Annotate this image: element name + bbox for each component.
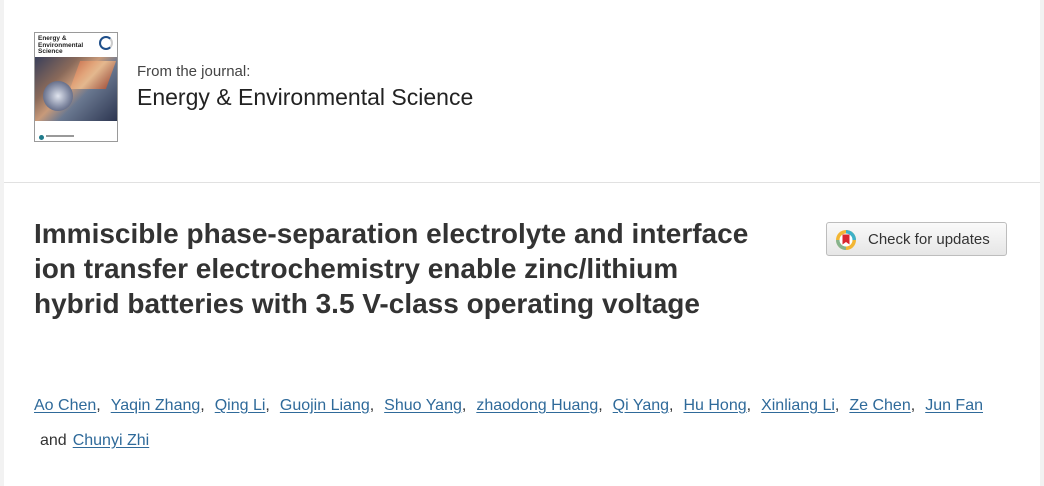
author-link[interactable]: Hu Hong: [683, 397, 746, 414]
author-link[interactable]: Jun Fan: [925, 397, 983, 414]
author-link[interactable]: Qi Yang: [613, 397, 669, 414]
article-title: Immiscible phase-separation electrolyte …: [34, 218, 749, 319]
check-for-updates-button[interactable]: Check for updates: [826, 222, 1007, 256]
author-separator: ,: [598, 397, 603, 414]
crossmark-icon: [836, 230, 856, 250]
check-for-updates-label: Check for updates: [868, 231, 990, 248]
from-journal-label: From the journal:: [137, 63, 251, 80]
author-link[interactable]: Chunyi Zhi: [73, 432, 149, 449]
author-link[interactable]: Qing Li: [215, 397, 266, 414]
author-link[interactable]: zhaodong Huang: [476, 397, 598, 414]
author-separator: ,: [834, 397, 840, 414]
author-and-text: and: [40, 432, 67, 449]
author-separator: ,: [669, 397, 674, 414]
author-separator: ,: [910, 397, 916, 414]
journal-name-link[interactable]: Energy & Environmental Science: [137, 84, 473, 111]
author-separator: ,: [96, 397, 101, 414]
cover-logo-icon: [99, 36, 113, 50]
author-separator: ,: [461, 397, 467, 414]
author-list: Ao Chen, Yaqin Zhang, Qing Li, Guojin Liang…: [34, 388, 1006, 458]
author-link[interactable]: Guojin Liang: [280, 397, 370, 414]
article-card: Energy & Environmental Science From the …: [4, 0, 1040, 486]
author-separator: ,: [746, 397, 752, 414]
cover-publisher-mark: [39, 127, 79, 140]
author-link[interactable]: Ao Chen: [34, 397, 96, 414]
author-link[interactable]: Yaqin Zhang: [111, 397, 201, 414]
journal-header: Energy & Environmental Science From the …: [4, 0, 1040, 183]
author-link[interactable]: Shuo Yang: [384, 397, 462, 414]
journal-cover-image[interactable]: Energy & Environmental Science: [34, 32, 118, 142]
cover-title: Energy & Environmental Science: [38, 35, 84, 55]
cover-artwork: [35, 57, 117, 121]
author-link[interactable]: Ze Chen: [849, 397, 910, 414]
author-link[interactable]: Xinliang Li: [761, 397, 835, 414]
author-separator: ,: [369, 397, 375, 414]
author-separator: ,: [200, 397, 205, 414]
author-separator: ,: [265, 397, 270, 414]
